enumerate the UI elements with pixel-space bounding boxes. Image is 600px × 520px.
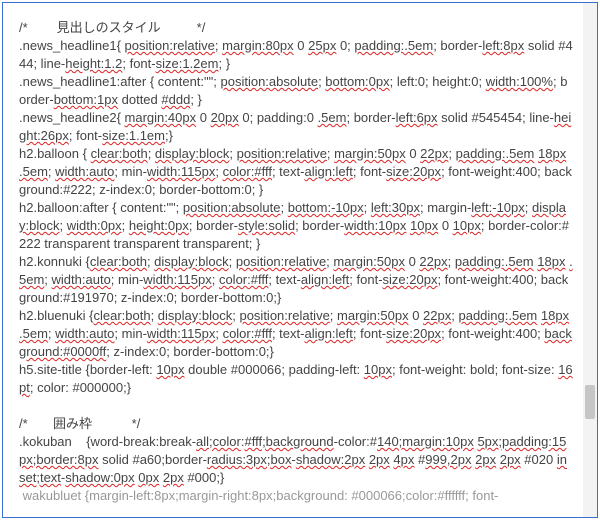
selector: .news_headline1:after bbox=[19, 74, 150, 89]
selector: h5.site-title bbox=[19, 362, 85, 377]
scrollbar-thumb[interactable] bbox=[585, 385, 595, 419]
selector: .news_headline2 bbox=[19, 110, 117, 125]
selector: .kokuban bbox=[19, 434, 86, 449]
selector: h2.konnuki bbox=[19, 254, 86, 269]
comment-box: /* 囲み枠 */ bbox=[19, 416, 140, 431]
selector: .news_headline1 bbox=[19, 38, 117, 53]
selector: h2.balloon:after bbox=[19, 200, 112, 215]
comment-headings: /* 見出しのスタイル */ bbox=[19, 20, 205, 35]
selector: h2.bluenuki bbox=[19, 308, 89, 323]
code-area[interactable]: /* 見出しのスタイル */ .news_headline1{ position… bbox=[3, 3, 583, 517]
vertical-scrollbar[interactable] bbox=[583, 3, 597, 517]
cutoff-line: wakubluet {margin-left:8px;margin-right:… bbox=[19, 488, 498, 503]
editor-frame: /* 見出しのスタイル */ .news_headline1{ position… bbox=[2, 2, 598, 518]
selector: h2.balloon bbox=[19, 146, 83, 161]
